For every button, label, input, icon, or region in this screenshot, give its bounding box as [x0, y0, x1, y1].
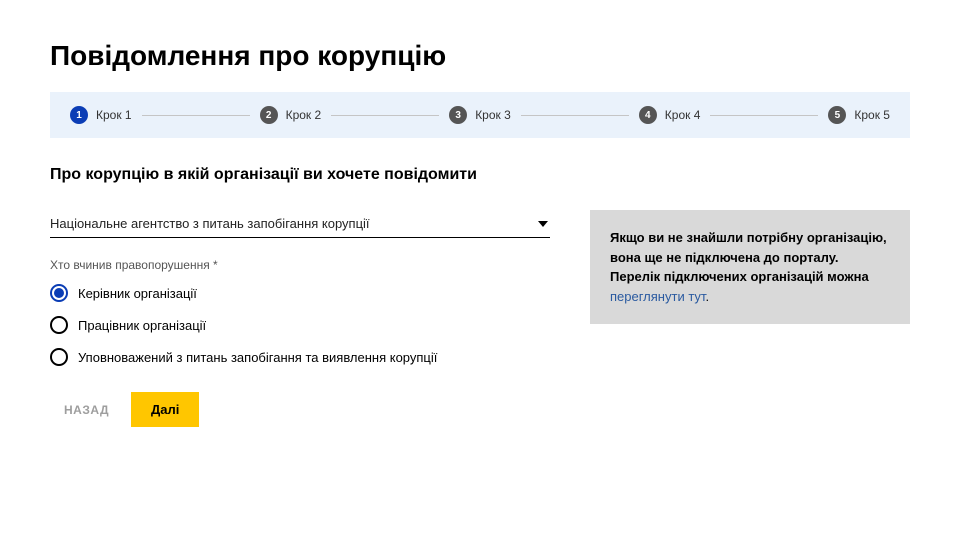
back-button[interactable]: НАЗАД: [50, 393, 123, 427]
step-connector: [710, 115, 818, 116]
offender-field-label: Хто вчинив правопорушення *: [50, 258, 550, 272]
step-connector: [142, 115, 250, 116]
radio-option-head[interactable]: Керівник організації: [50, 284, 550, 302]
page-title: Повідомлення про корупцію: [50, 40, 910, 72]
organization-select-value: Національне агентство з питань запобіган…: [50, 216, 370, 231]
info-period: .: [705, 289, 709, 304]
info-box: Якщо ви не знайшли потрібну організацію,…: [590, 210, 910, 324]
offender-radio-group: Керівник організації Працівник організац…: [50, 284, 550, 366]
step-5[interactable]: 5 Крок 5: [828, 106, 890, 124]
step-label: Крок 1: [96, 108, 132, 122]
step-number-icon: 4: [639, 106, 657, 124]
button-row: НАЗАД Далі: [50, 392, 550, 427]
step-number-icon: 1: [70, 106, 88, 124]
radio-icon: [50, 284, 68, 302]
info-text-line2-prefix: Перелік підключених організацій можна: [610, 269, 869, 284]
section-heading: Про корупцію в якій організації ви хочет…: [50, 166, 910, 184]
step-3[interactable]: 3 Крок 3: [449, 106, 511, 124]
info-text-line1: Якщо ви не знайшли потрібну організацію,…: [610, 230, 887, 265]
form-content: Національне агентство з питань запобіган…: [50, 210, 910, 427]
step-connector: [331, 115, 439, 116]
stepper: 1 Крок 1 2 Крок 2 3 Крок 3 4 Крок 4 5 Кр…: [50, 92, 910, 138]
radio-icon: [50, 316, 68, 334]
next-button[interactable]: Далі: [131, 392, 199, 427]
radio-option-commissioner[interactable]: Уповноважений з питань запобігання та ви…: [50, 348, 550, 366]
radio-label: Керівник організації: [78, 286, 197, 301]
step-number-icon: 3: [449, 106, 467, 124]
step-number-icon: 2: [260, 106, 278, 124]
step-2[interactable]: 2 Крок 2: [260, 106, 322, 124]
info-column: Якщо ви не знайшли потрібну організацію,…: [590, 210, 910, 324]
step-label: Крок 3: [475, 108, 511, 122]
organization-select[interactable]: Національне агентство з питань запобіган…: [50, 210, 550, 238]
radio-icon: [50, 348, 68, 366]
step-label: Крок 5: [854, 108, 890, 122]
radio-label: Працівник організації: [78, 318, 206, 333]
step-label: Крок 2: [286, 108, 322, 122]
step-number-icon: 5: [828, 106, 846, 124]
radio-label: Уповноважений з питань запобігання та ви…: [78, 350, 437, 365]
radio-option-employee[interactable]: Працівник організації: [50, 316, 550, 334]
form-left-column: Національне агентство з питань запобіган…: [50, 210, 550, 427]
step-connector: [521, 115, 629, 116]
step-4[interactable]: 4 Крок 4: [639, 106, 701, 124]
info-link[interactable]: переглянути тут: [610, 289, 705, 304]
caret-down-icon: [538, 221, 548, 227]
step-1[interactable]: 1 Крок 1: [70, 106, 132, 124]
step-label: Крок 4: [665, 108, 701, 122]
